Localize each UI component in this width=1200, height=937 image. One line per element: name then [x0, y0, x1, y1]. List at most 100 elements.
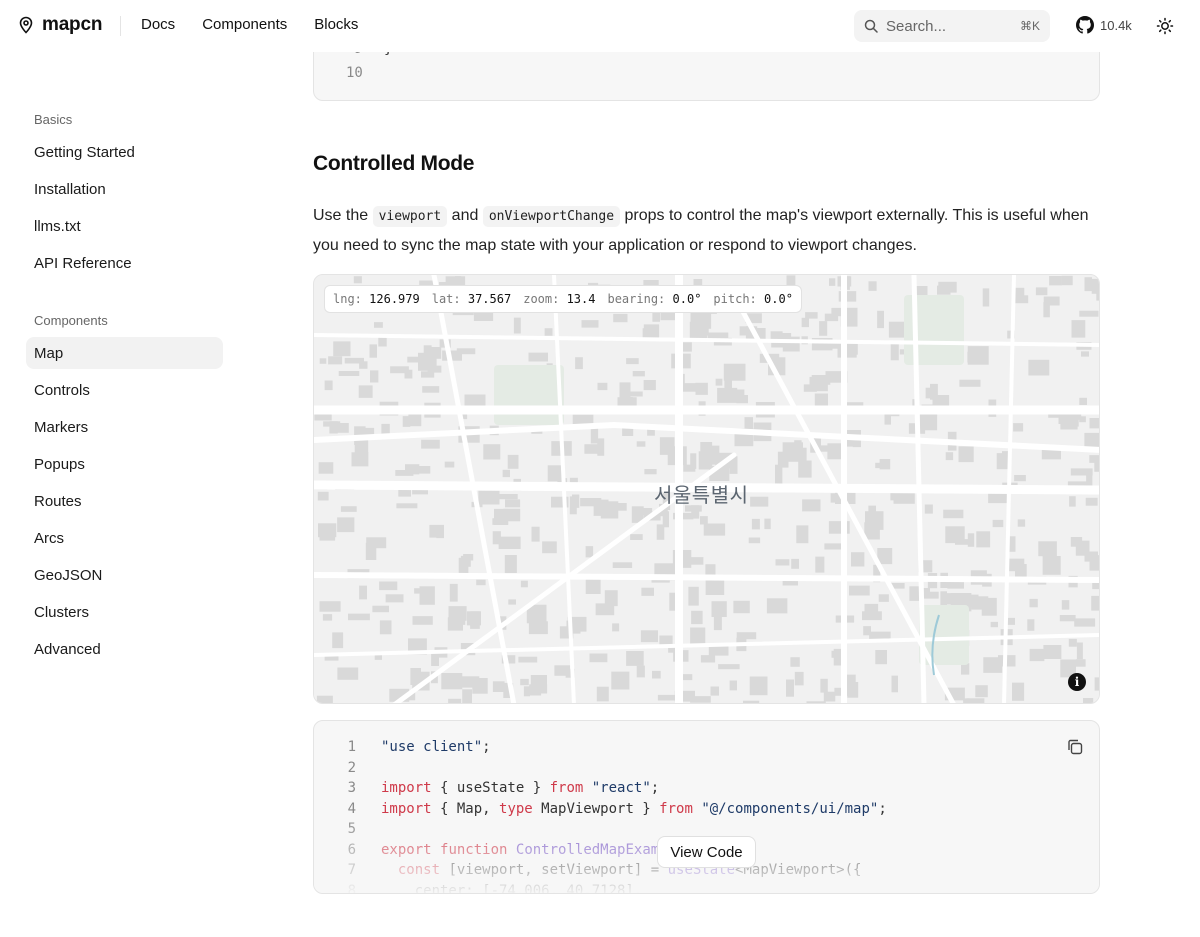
map-building — [1089, 418, 1099, 429]
map-building — [1079, 397, 1087, 405]
map-building — [498, 536, 521, 549]
map-canvas[interactable]: lng: 126.979 lat: 37.567 zoom: 13.4 bear… — [313, 274, 1100, 704]
search-button[interactable]: Search... ⌘K — [854, 10, 1050, 42]
bearing-value: 0.0° — [672, 292, 702, 306]
copy-icon — [1068, 739, 1083, 755]
sidebar-item-map[interactable]: Map — [26, 337, 223, 369]
code-line-number: 10 — [346, 65, 363, 81]
map-building — [1014, 475, 1026, 482]
code-token: ; — [650, 780, 660, 796]
map-building — [775, 464, 783, 484]
map-building — [1043, 296, 1060, 306]
map-building — [683, 464, 696, 472]
map-building — [1074, 618, 1096, 627]
sidebar-item-popups[interactable]: Popups — [26, 448, 223, 480]
map-building — [597, 438, 605, 456]
map-building — [705, 445, 720, 465]
sidebar-item-clusters[interactable]: Clusters — [26, 596, 223, 628]
code-token: import — [381, 780, 432, 796]
lat-value: 37.567 — [467, 292, 512, 306]
map-building — [351, 452, 369, 467]
map-building — [851, 552, 865, 567]
description-text: Use the — [313, 207, 373, 224]
sidebar-item-llms-txt[interactable]: llms.txt — [26, 210, 223, 242]
map-building — [528, 621, 548, 635]
map-building — [632, 371, 645, 377]
sidebar-item-installation[interactable]: Installation — [26, 173, 223, 205]
map-building — [441, 673, 463, 690]
map-building — [691, 610, 703, 625]
lat-label: lat: — [431, 292, 461, 306]
map-building — [462, 676, 480, 688]
map-building — [626, 651, 644, 666]
code-token: from — [549, 780, 584, 796]
copy-button[interactable] — [1066, 738, 1084, 761]
map-building — [630, 534, 643, 540]
zoom-value: 13.4 — [566, 292, 596, 306]
map-building — [636, 441, 646, 447]
github-link[interactable]: 10.4k — [1076, 16, 1132, 34]
top-nav: Docs Components Blocks — [141, 16, 358, 33]
github-stars: 10.4k — [1100, 17, 1132, 33]
theme-toggle[interactable] — [1156, 17, 1174, 40]
map-building — [423, 345, 432, 357]
map-building — [643, 380, 656, 391]
map-building — [764, 518, 771, 530]
map-building — [449, 583, 458, 602]
map-building — [337, 667, 359, 680]
map-building — [802, 499, 821, 512]
map-building — [476, 579, 486, 586]
map-building — [612, 562, 633, 568]
map-building — [743, 700, 760, 703]
sidebar-item-controls[interactable]: Controls — [26, 374, 223, 406]
nav-docs[interactable]: Docs — [141, 16, 175, 33]
code-token: "react" — [591, 780, 651, 796]
map-building — [627, 391, 643, 397]
map-building — [580, 498, 602, 507]
map-building — [513, 317, 521, 334]
map-building — [644, 469, 657, 475]
map-building — [520, 580, 528, 588]
map-building — [733, 600, 750, 614]
sidebar-item-routes[interactable]: Routes — [26, 485, 223, 517]
map-building — [1061, 275, 1073, 286]
map-building — [460, 555, 471, 567]
map-building — [569, 496, 577, 515]
bearing-label: bearing: — [607, 292, 666, 306]
sidebar-item-getting-started[interactable]: Getting Started — [26, 136, 223, 168]
map-building — [419, 586, 435, 605]
map-building — [1089, 455, 1099, 463]
github-icon — [1076, 16, 1094, 34]
map-building — [1085, 497, 1098, 506]
sidebar-item-geojson[interactable]: GeoJSON — [26, 559, 223, 591]
nav-components[interactable]: Components — [202, 16, 287, 33]
map-building — [547, 465, 563, 482]
map-building — [1094, 677, 1099, 691]
info-icon[interactable]: i — [1068, 673, 1086, 691]
map-building — [815, 556, 825, 573]
map-building — [849, 585, 870, 596]
map-building — [958, 446, 974, 463]
map-building — [612, 623, 620, 632]
nav-blocks[interactable]: Blocks — [314, 16, 358, 33]
map-building — [1070, 468, 1093, 476]
sidebar-item-advanced[interactable]: Advanced — [26, 633, 223, 665]
header-divider — [120, 16, 121, 36]
map-building — [412, 616, 433, 625]
map-building — [829, 278, 836, 286]
map-building — [358, 385, 373, 398]
map-building — [710, 686, 719, 696]
search-placeholder: Search... — [886, 17, 947, 35]
map-building — [975, 685, 988, 698]
brand-link[interactable]: mapcn — [18, 14, 102, 36]
brand-name: mapcn — [42, 14, 103, 35]
map-building — [700, 655, 716, 663]
view-code-button[interactable]: View Code — [657, 836, 756, 868]
map-building — [585, 577, 601, 594]
map-building — [1043, 645, 1062, 659]
sidebar-item-markers[interactable]: Markers — [26, 411, 223, 443]
search-shortcut: ⌘K — [1019, 19, 1040, 33]
sidebar-item-api-reference[interactable]: API Reference — [26, 247, 223, 279]
sidebar-item-arcs[interactable]: Arcs — [26, 522, 223, 554]
